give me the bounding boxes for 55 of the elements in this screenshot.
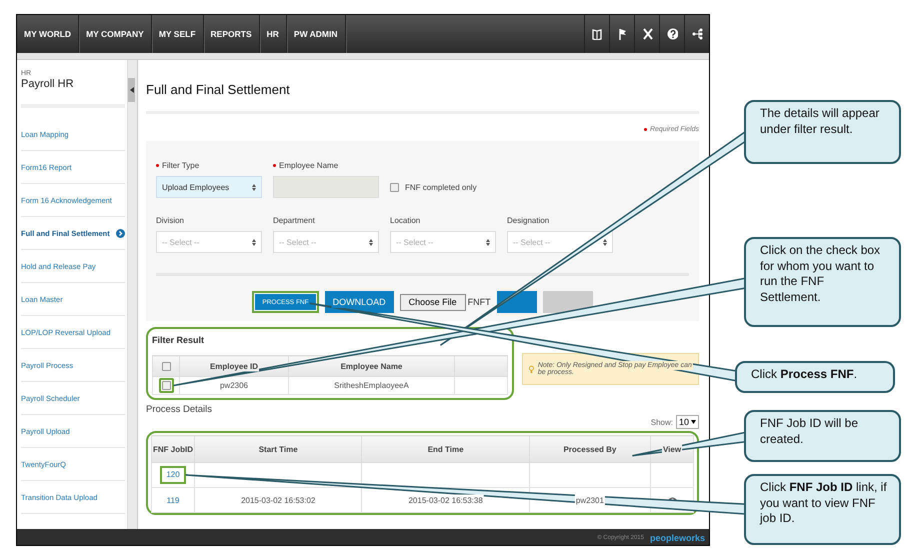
caret-icon (691, 420, 696, 424)
table-cell: 2015-03-02 16:53:02 (194, 488, 362, 512)
show-label: Show: (650, 418, 673, 426)
checkbox[interactable] (390, 182, 399, 192)
job-id-link[interactable]: 120 (160, 466, 186, 484)
row-checkbox[interactable] (162, 381, 170, 390)
callout: Click FNF Job ID link, if you want to view FNF job ID. (744, 474, 901, 545)
flag-icon[interactable] (616, 28, 628, 40)
column-header: Employee ID (180, 356, 288, 376)
filter-type-select[interactable]: Upload Employees (156, 176, 262, 198)
help-icon[interactable] (666, 28, 678, 40)
column-header: End Time (362, 436, 530, 462)
page-size-select[interactable]: 10 (676, 415, 699, 429)
field-label: Employee Name (279, 161, 338, 170)
field-label: Designation (507, 216, 550, 225)
download-button[interactable]: DOWNLOAD (324, 291, 394, 313)
select-field[interactable]: -- Select -- (390, 231, 496, 253)
select-field[interactable]: -- Select -- (156, 231, 262, 253)
select-field[interactable]: -- Select -- (273, 231, 379, 253)
choose-file-button[interactable]: Choose File (400, 294, 466, 310)
caret-icon (130, 87, 134, 93)
lightbulb-icon (529, 364, 534, 374)
field-label: Location (390, 216, 422, 225)
column-header: FNF JobID (152, 436, 194, 462)
book-icon[interactable] (592, 28, 602, 40)
select-field[interactable]: -- Select -- (507, 231, 613, 253)
tools-icon[interactable] (642, 28, 652, 40)
callout: The details will appear under filter result. (744, 100, 901, 164)
table-cell: SritheshEmplaoyeeA (288, 376, 454, 394)
callout: Click on the check box for whom you want to run the FNF Settlement. (744, 237, 901, 327)
sort-caret-icon (369, 238, 373, 246)
field-label: Division (156, 216, 186, 225)
file-name: FNFT (468, 297, 491, 307)
checkbox-label: FNF completed only (405, 182, 477, 192)
field-label: Filter Type (162, 161, 200, 170)
column-header: Processed By (529, 436, 650, 462)
arrow-circle-icon (116, 228, 125, 238)
share-icon[interactable] (692, 28, 702, 40)
callout: Click Process FNF. (735, 361, 895, 393)
brand-logo: peopleworks (650, 532, 705, 542)
job-id-link[interactable]: 119 (164, 496, 182, 504)
collapse-handle[interactable] (128, 78, 135, 102)
column-header: Employee Name (288, 356, 454, 376)
section-title: Filter Result (152, 335, 206, 345)
sort-caret-icon (603, 238, 607, 246)
sort-caret-icon (252, 184, 256, 190)
sort-caret-icon (486, 238, 490, 246)
sort-caret-icon (252, 238, 256, 246)
page-title: Full and Final Settlement (146, 82, 291, 97)
section-title: Process Details (146, 404, 213, 415)
select-all-checkbox[interactable] (162, 362, 170, 370)
required-icon (644, 128, 647, 131)
sidebar-title: Payroll HR (21, 78, 75, 90)
column-header: Start Time (194, 436, 362, 462)
field-label: Department (273, 216, 316, 225)
